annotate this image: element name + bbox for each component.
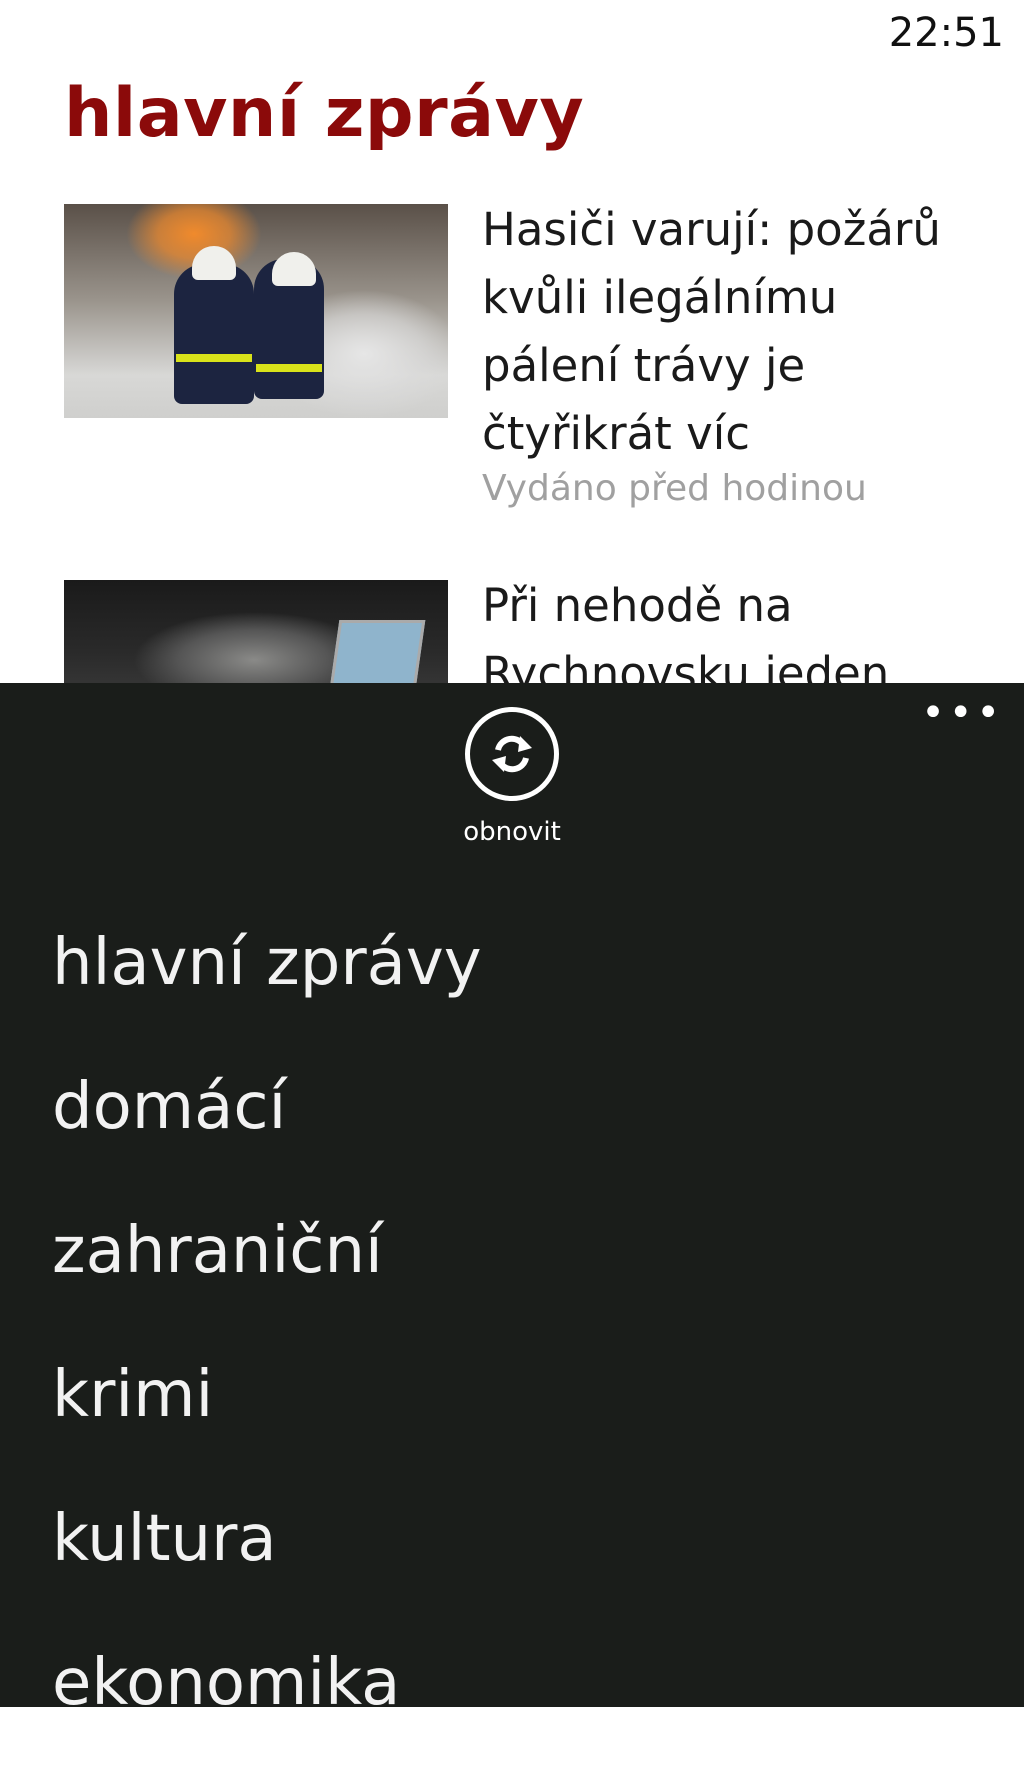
status-time: 22:51 [888, 10, 1004, 56]
ellipsis-icon[interactable]: ••• [921, 693, 1004, 733]
firefighter-figure [174, 264, 254, 404]
menu-item-zahranicni[interactable]: zahraniční [52, 1211, 482, 1355]
menu-item-hlavni-zpravy[interactable]: hlavní zprávy [52, 923, 482, 1067]
menu-item-kultura[interactable]: kultura [52, 1499, 482, 1643]
article-thumbnail[interactable] [64, 580, 448, 700]
menu-item-krimi[interactable]: krimi [52, 1355, 482, 1499]
helmet-shape [272, 252, 316, 286]
article-thumbnail[interactable] [64, 204, 448, 418]
section-menu: hlavní zprávy domácí zahraniční krimi ku… [52, 923, 482, 1787]
reflective-stripe [176, 354, 252, 362]
refresh-icon[interactable] [465, 707, 559, 801]
article-headline[interactable]: Hasiči varují: požárů kvůli ilegálnímu p… [482, 196, 982, 468]
page-title: hlavní zprávy [64, 74, 585, 153]
refresh-label: obnovit [463, 817, 561, 847]
app-bar: ••• obnovit hlavní zprávy domácí zahrani… [0, 683, 1024, 1720]
refresh-button[interactable]: obnovit [460, 707, 564, 847]
article-timestamp: Vydáno před hodinou [482, 468, 867, 509]
menu-item-domaci[interactable]: domácí [52, 1067, 482, 1211]
menu-item-ekonomika[interactable]: ekonomika [52, 1643, 482, 1787]
reflective-stripe [256, 364, 322, 372]
helmet-shape [192, 246, 236, 280]
